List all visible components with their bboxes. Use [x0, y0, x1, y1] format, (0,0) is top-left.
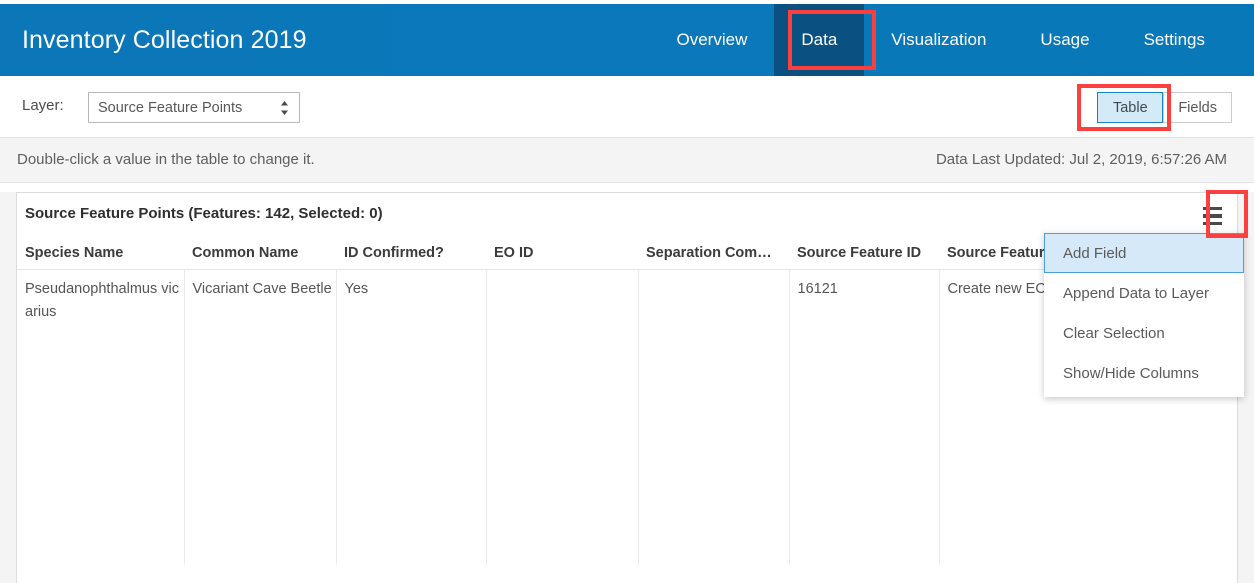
nav-item-settings[interactable]: Settings	[1117, 4, 1232, 76]
updown-spinner-icon	[280, 100, 289, 116]
column-header-eo-id[interactable]: EO ID	[486, 237, 638, 270]
layer-select-value: Source Feature Points	[98, 99, 243, 116]
nav-item-visualization[interactable]: Visualization	[864, 4, 1013, 76]
menu-item-show-hide-columns[interactable]: Show/Hide Columns	[1044, 353, 1244, 393]
cell-source-feature-id[interactable]: 16121	[789, 269, 940, 565]
layer-select[interactable]: Source Feature Points	[88, 92, 300, 123]
column-header-source-feature-id[interactable]: Source Feature ID	[789, 237, 939, 270]
last-updated-text: Data Last Updated: Jul 2, 2019, 6:57:26 …	[935, 151, 1227, 168]
cell-eo-id[interactable]	[486, 269, 639, 565]
layer-toolbar: Layer: Source Feature Points Table Field…	[0, 76, 1254, 138]
cell-separation-com[interactable]	[638, 269, 790, 565]
hamburger-menu-icon[interactable]	[1194, 198, 1230, 234]
column-header-separation-com[interactable]: Separation Com…	[638, 237, 789, 270]
layer-label: Layer:	[22, 97, 64, 114]
menu-item-append-data[interactable]: Append Data to Layer	[1044, 273, 1244, 313]
fields-view-button[interactable]: Fields	[1163, 92, 1232, 123]
table-view-button[interactable]: Table	[1097, 92, 1164, 123]
column-header-species-name[interactable]: Species Name	[17, 237, 184, 270]
view-toggle-group: Table Fields	[1097, 92, 1232, 123]
table-panel-title: Source Feature Points (Features: 142, Se…	[25, 205, 383, 222]
cell-species-name[interactable]: Pseudanophthalmus vicarius	[17, 269, 185, 565]
column-header-common-name[interactable]: Common Name	[184, 237, 336, 270]
page-title: Inventory Collection 2019	[22, 25, 307, 54]
menu-item-clear-selection[interactable]: Clear Selection	[1044, 313, 1244, 353]
cell-common-name[interactable]: Vicariant Cave Beetle	[184, 269, 337, 565]
left-gutter	[0, 192, 16, 583]
app-header: Inventory Collection 2019 Overview Data …	[0, 4, 1254, 76]
edit-hint-text: Double-click a value in the table to cha…	[17, 151, 315, 168]
main-navigation: Overview Data Visualization Usage Settin…	[650, 4, 1254, 76]
column-header-id-confirmed[interactable]: ID Confirmed?	[336, 237, 486, 270]
table-options-menu: Add Field Append Data to Layer Clear Sel…	[1044, 233, 1244, 397]
menu-bar-line	[1202, 214, 1222, 218]
menu-bar-line	[1202, 206, 1222, 211]
menu-bar-line	[1202, 221, 1222, 226]
info-bar: Double-click a value in the table to cha…	[0, 138, 1254, 183]
nav-item-overview[interactable]: Overview	[650, 4, 775, 76]
nav-item-data[interactable]: Data	[774, 4, 865, 76]
cell-id-confirmed[interactable]: Yes	[336, 269, 487, 565]
nav-item-usage[interactable]: Usage	[1013, 4, 1116, 76]
menu-item-add-field[interactable]: Add Field	[1044, 233, 1244, 273]
app-root: Inventory Collection 2019 Overview Data …	[0, 0, 1254, 583]
